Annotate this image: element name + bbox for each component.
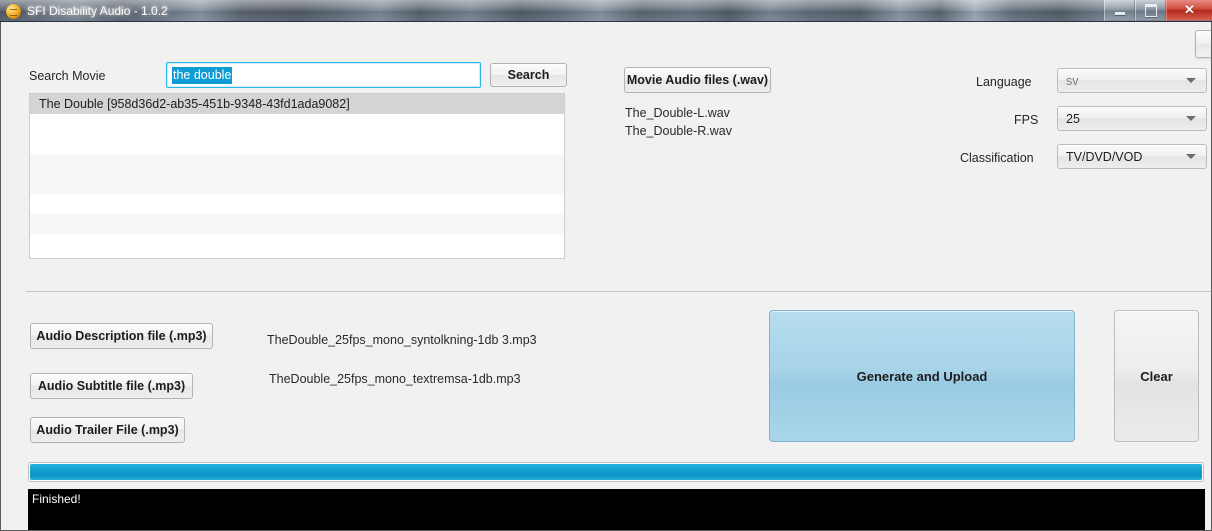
audio-description-file-name: TheDouble_25fps_mono_syntolkning-1db 3.m… xyxy=(267,333,537,347)
search-input[interactable]: the double xyxy=(166,62,481,88)
list-item[interactable] xyxy=(30,134,564,154)
search-button[interactable]: Search xyxy=(490,63,567,87)
list-item[interactable] xyxy=(30,114,564,134)
window-controls: ✕ xyxy=(1104,0,1212,21)
section-divider xyxy=(26,291,1211,292)
movie-audio-files-button[interactable]: Movie Audio files (.wav) xyxy=(624,67,771,93)
fps-label: FPS xyxy=(1014,113,1039,127)
language-label: Language xyxy=(976,75,1032,89)
classification-dropdown[interactable]: TV/DVD/VOD xyxy=(1057,144,1207,169)
console-line: Finished! xyxy=(32,492,81,506)
chevron-down-icon xyxy=(1186,116,1196,121)
audio-subtitle-file-button[interactable]: Audio Subtitle file (.mp3) xyxy=(30,373,193,399)
minimize-button[interactable] xyxy=(1104,0,1135,21)
clear-button[interactable]: Clear xyxy=(1114,310,1199,442)
audio-description-file-button[interactable]: Audio Description file (.mp3) xyxy=(30,323,213,349)
edge-control-stub[interactable] xyxy=(1195,30,1211,58)
list-item[interactable] xyxy=(30,214,564,234)
maximize-button[interactable] xyxy=(1135,0,1166,21)
audio-subtitle-file-name: TheDouble_25fps_mono_textremsa-1db.mp3 xyxy=(269,372,521,386)
search-results-list[interactable]: The Double [958d36d2-ab35-451b-9348-43fd… xyxy=(29,93,565,259)
title-bar-sheen xyxy=(0,0,1212,11)
minimize-icon xyxy=(1105,0,1134,20)
wav-file-right: The_Double-R.wav xyxy=(625,124,732,138)
chevron-down-icon xyxy=(1186,78,1196,83)
list-item[interactable] xyxy=(30,194,564,214)
maximize-icon xyxy=(1136,0,1165,20)
title-bar[interactable]: SFI Disability Audio - 1.0.2 ✕ xyxy=(0,0,1212,22)
list-item[interactable] xyxy=(30,234,564,254)
classification-value: TV/DVD/VOD xyxy=(1066,149,1143,164)
fps-dropdown[interactable]: 25 xyxy=(1057,106,1207,131)
disc-icon xyxy=(6,4,21,19)
window-title: SFI Disability Audio - 1.0.2 xyxy=(27,4,168,18)
search-movie-label: Search Movie xyxy=(29,69,106,83)
list-item[interactable] xyxy=(30,154,564,174)
list-item[interactable] xyxy=(30,174,564,194)
close-button[interactable]: ✕ xyxy=(1166,0,1212,21)
chevron-down-icon xyxy=(1186,154,1196,159)
language-value: sv xyxy=(1066,73,1079,88)
audio-trailer-file-button[interactable]: Audio Trailer File (.mp3) xyxy=(30,417,185,443)
console-output[interactable]: Finished! xyxy=(28,489,1205,530)
wav-file-left: The_Double-L.wav xyxy=(625,106,730,120)
progress-bar-fill xyxy=(30,464,1202,480)
fps-value: 25 xyxy=(1066,111,1080,126)
language-dropdown[interactable]: sv xyxy=(1057,68,1207,93)
classification-label: Classification xyxy=(960,151,1034,165)
application-window: SFI Disability Audio - 1.0.2 ✕ Search Mo… xyxy=(0,0,1212,531)
close-icon: ✕ xyxy=(1184,2,1195,17)
list-item[interactable]: The Double [958d36d2-ab35-451b-9348-43fd… xyxy=(30,94,564,114)
search-input-value: the double xyxy=(172,66,233,84)
progress-bar xyxy=(28,462,1204,482)
client-area: Search Movie the double Search The Doubl… xyxy=(0,22,1212,531)
generate-and-upload-button[interactable]: Generate and Upload xyxy=(769,310,1075,442)
